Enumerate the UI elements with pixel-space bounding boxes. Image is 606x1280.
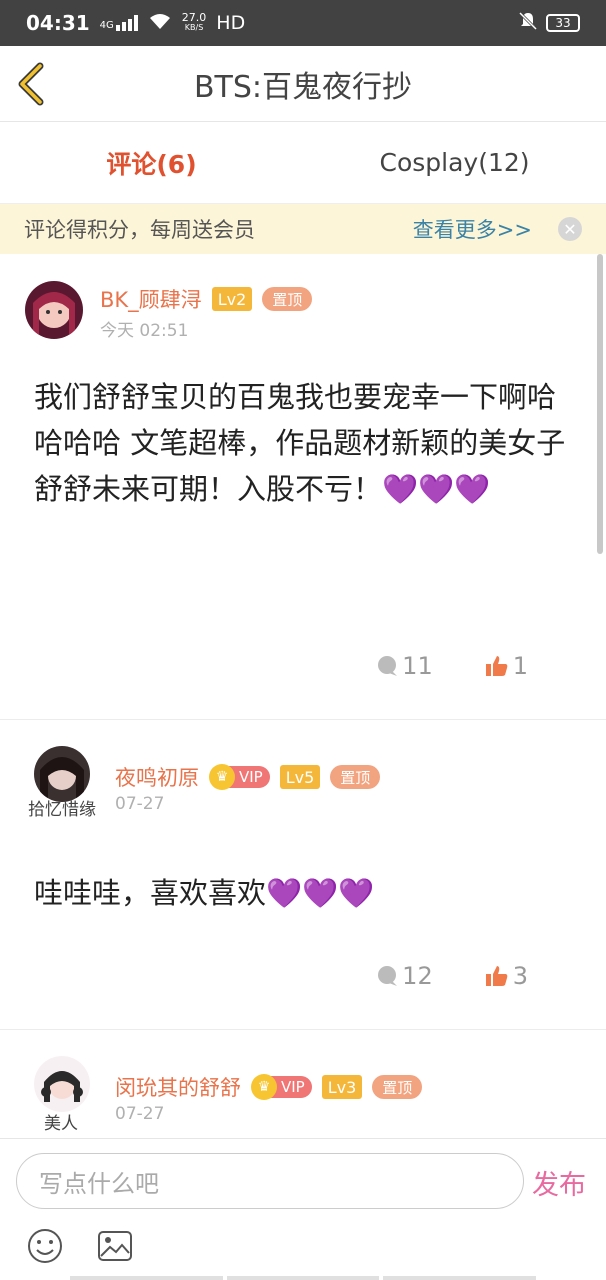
nav-hint <box>70 1276 537 1280</box>
smiley-icon <box>28 1229 62 1263</box>
tab-cosplay[interactable]: Cosplay(12) <box>303 122 606 203</box>
comment-meta: 夜鸣初原 ♛ VIP Lv5 置顶 <box>115 762 381 792</box>
reply-count: 11 <box>402 652 433 680</box>
comment-list[interactable]: BK_顾肆浔 Lv2 置顶 今天 02:51 我们舒舒宝贝的百鬼我也要宠幸一下啊… <box>0 254 606 1138</box>
pinned-badge: 置顶 <box>330 765 381 789</box>
tab-bar: 评论(6) Cosplay(12) <box>0 122 606 204</box>
status-bar: 04:31 4G 27.0 KB/S HD 33 <box>0 0 606 46</box>
vip-badge: ♛ VIP <box>209 764 270 790</box>
comment-meta: BK_顾肆浔 Lv2 置顶 <box>100 284 313 314</box>
image-icon <box>98 1231 132 1261</box>
status-time: 04:31 <box>26 11 90 35</box>
level-badge: Lv5 <box>279 765 321 789</box>
crown-icon: ♛ <box>251 1074 277 1100</box>
comment-bubble-icon <box>378 656 398 676</box>
reply-button[interactable]: 12 <box>376 962 433 990</box>
header: BTS:百鬼夜行抄 <box>0 46 606 122</box>
battery-level: 33 <box>555 16 571 30</box>
see-more-link[interactable]: 查看更多>> <box>413 214 532 244</box>
comment-text: 哇哇哇，喜欢喜欢 <box>34 876 267 910</box>
like-button[interactable]: 1 <box>485 652 528 680</box>
comment-meta: 闵玧其的舒舒 ♛ VIP Lv3 置顶 <box>115 1072 423 1102</box>
chevron-left-icon <box>18 62 44 106</box>
comment-date: 07-27 <box>115 1104 165 1124</box>
page-title: BTS:百鬼夜行抄 <box>193 69 413 105</box>
vip-badge: ♛ VIP <box>251 1074 312 1100</box>
hd-label: HD <box>216 12 246 34</box>
username[interactable]: 闵玧其的舒舒 <box>115 1072 241 1102</box>
mute-icon <box>518 11 538 36</box>
comment-stats: 12 3 <box>376 962 528 990</box>
signal-icon: 4G <box>100 15 138 31</box>
avatar[interactable] <box>34 1056 90 1112</box>
avatar[interactable] <box>34 746 90 802</box>
thumbs-up-icon <box>485 656 508 676</box>
input-placeholder: 写点什么吧 <box>39 1169 159 1198</box>
comment-item: 拾忆惜缘 夜鸣初原 ♛ VIP Lv5 置顶 07-27 哇哇哇，喜欢喜欢💜💜💜 … <box>0 720 606 1030</box>
avatar[interactable] <box>25 281 83 339</box>
wifi-icon <box>148 12 172 35</box>
like-count: 1 <box>512 652 528 680</box>
battery-icon: 33 <box>546 14 580 32</box>
tab-comments[interactable]: 评论(6) <box>0 122 303 203</box>
avatar-tag: 拾忆惜缘 <box>28 800 96 820</box>
comment-bubble-icon <box>378 966 398 986</box>
purple-heart-icon: 💜💜💜 <box>266 876 375 910</box>
username[interactable]: 夜鸣初原 <box>115 762 199 792</box>
comment-input[interactable]: 写点什么吧 <box>16 1153 524 1209</box>
comment-date: 今天 02:51 <box>100 321 189 341</box>
image-button[interactable] <box>96 1227 136 1267</box>
net-speed-unit: KB/S <box>184 23 204 32</box>
comment-item: 美人 闵玧其的舒舒 ♛ VIP Lv3 置顶 07-27 <box>0 1030 606 1138</box>
back-button[interactable] <box>14 60 50 108</box>
comment-body: 我们舒舒宝贝的百鬼我也要宠幸一下啊哈哈哈哈 文笔超棒，作品题材新颖的美女子舒舒未… <box>34 374 566 512</box>
level-badge: Lv3 <box>321 1075 363 1099</box>
reply-button[interactable]: 11 <box>376 652 433 680</box>
crown-icon: ♛ <box>209 764 235 790</box>
network-label: 4G <box>99 20 114 31</box>
points-banner: 评论得积分，每周送会员 查看更多>> ✕ <box>0 204 606 254</box>
reply-count: 12 <box>402 962 433 990</box>
comment-date: 07-27 <box>115 794 165 814</box>
composer-bar: 写点什么吧 发布 <box>0 1138 606 1280</box>
banner-text: 评论得积分，每周送会员 <box>24 218 255 242</box>
pinned-badge: 置顶 <box>262 287 313 311</box>
comment-item: BK_顾肆浔 Lv2 置顶 今天 02:51 我们舒舒宝贝的百鬼我也要宠幸一下啊… <box>0 254 606 720</box>
username[interactable]: BK_顾肆浔 <box>100 284 202 314</box>
close-icon[interactable]: ✕ <box>558 217 582 241</box>
like-count: 3 <box>512 962 528 990</box>
level-badge: Lv2 <box>211 287 253 311</box>
avatar-tag: 美人 <box>44 1114 78 1134</box>
comment-body: 哇哇哇，喜欢喜欢💜💜💜 <box>34 870 566 916</box>
publish-button[interactable]: 发布 <box>532 1163 586 1202</box>
like-button[interactable]: 3 <box>485 962 528 990</box>
emoji-button[interactable] <box>26 1227 66 1267</box>
thumbs-up-icon <box>485 966 508 986</box>
net-speed-value: 27.0 <box>181 11 207 24</box>
purple-heart-icon: 💜💜💜 <box>382 472 491 506</box>
net-speed: 27.0 KB/S <box>181 11 207 33</box>
comment-stats: 11 1 <box>376 652 528 680</box>
pinned-badge: 置顶 <box>372 1075 423 1099</box>
